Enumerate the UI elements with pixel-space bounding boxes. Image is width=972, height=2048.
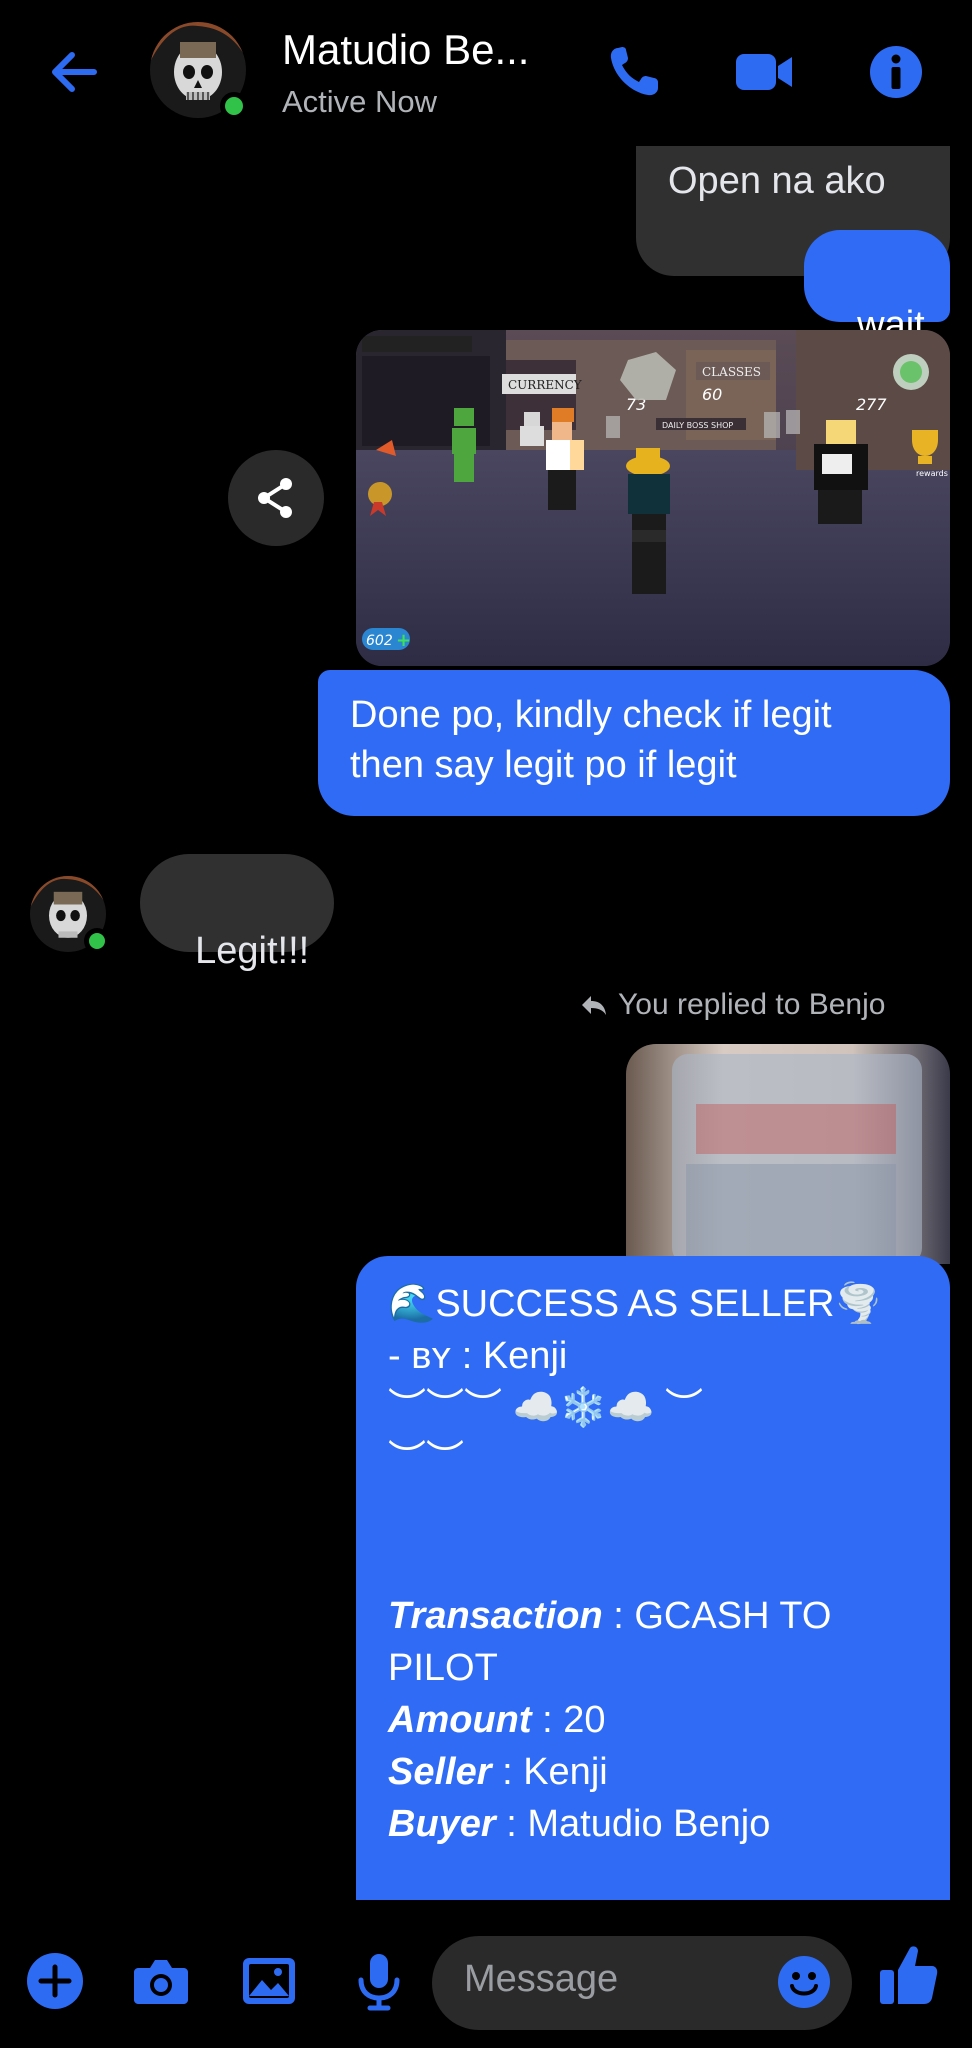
transaction-line: Transaction : GCASH TO [388, 1590, 918, 1642]
camera-icon[interactable] [130, 1950, 192, 2012]
gallery-icon[interactable] [238, 1950, 300, 2012]
coins-counter: 602 [366, 633, 393, 649]
buyer-label: Buyer [388, 1803, 496, 1845]
online-indicator [220, 92, 248, 120]
message-text-line: then say legit po if legit [350, 744, 737, 786]
emoji-icon[interactable] [776, 1954, 832, 2010]
info-icon[interactable] [864, 42, 928, 102]
message-text: Open na ako [668, 160, 886, 202]
wave-emoji: 🌊 [388, 1283, 436, 1325]
by-name: Kenji [482, 1335, 568, 1377]
reply-label-text: You replied to Benjo [618, 988, 886, 1021]
buyer-line: Buyer : Matudio Benjo [388, 1798, 918, 1850]
currency-label: CURRENCY [508, 378, 583, 392]
seller-value: : Kenji [491, 1751, 608, 1793]
online-indicator [84, 928, 110, 954]
counter-c: 277 [856, 395, 887, 414]
message-text-line: Done po, kindly check if legit [350, 694, 832, 736]
contact-name[interactable]: Matudio Be... [282, 26, 529, 74]
success-title: SUCCESS AS SELLER [435, 1283, 835, 1325]
share-icon [258, 478, 292, 518]
rewards-label: rewards [916, 469, 948, 478]
transaction-value: : GCASH TO [602, 1595, 832, 1637]
replied-photo-image[interactable] [626, 1044, 950, 1264]
shop-label: DAILY BOSS SHOP [662, 421, 733, 430]
buyer-value: : Matudio Benjo [495, 1803, 771, 1845]
svg-text:+: + [396, 630, 411, 651]
message-bubble-received[interactable]: Legit!!! [140, 854, 334, 972]
chat-header: Matudio Be... Active Now [0, 0, 972, 140]
message-input-placeholder: Message [464, 1958, 619, 2000]
amount-value: : 20 [531, 1699, 606, 1741]
message-bubble-sent[interactable]: wait [804, 230, 950, 346]
success-card-message[interactable]: 🌊SUCCESS AS SELLER🌪️ - ʙʏ : Kenji ︶︶︶ ☁️… [356, 1256, 950, 1906]
by-prefix: - ʙʏ : [388, 1335, 483, 1377]
message-bubble-sent[interactable]: Done po, kindly check if legit then say … [318, 670, 950, 816]
back-arrow-icon[interactable] [44, 42, 104, 102]
transaction-value-cont: PILOT [388, 1647, 498, 1689]
message-text: Legit!!! [195, 930, 310, 972]
phone-call-icon[interactable] [604, 42, 668, 102]
share-button[interactable] [228, 450, 324, 546]
amount-label: Amount [388, 1699, 532, 1741]
counter-b: 60 [702, 385, 722, 404]
thumbs-up-icon[interactable] [878, 1942, 940, 2008]
contact-status: Active Now [282, 84, 438, 119]
by-line: - ʙʏ : Kenji [388, 1330, 918, 1382]
plus-icon[interactable] [24, 1950, 86, 2012]
success-title-line: 🌊SUCCESS AS SELLER🌪️ [388, 1278, 918, 1330]
reply-arrow-icon [582, 996, 606, 1015]
reply-indicator: You replied to Benjo [580, 988, 885, 1022]
decoration-line: ︶︶︶ ☁️❄️☁️ ︶ [388, 1387, 704, 1429]
game-screenshot-image[interactable]: CURRENCY CLASSES 73 60 277 DAILY BOSS SH… [356, 330, 950, 666]
decoration-line: ︶︶ [388, 1439, 465, 1481]
video-call-icon[interactable] [732, 42, 796, 102]
tornado-emoji: 🌪️ [834, 1283, 882, 1325]
amount-line: Amount : 20 [388, 1694, 918, 1746]
seller-line: Seller : Kenji [388, 1746, 918, 1798]
seller-label: Seller [388, 1751, 492, 1793]
classes-label: CLASSES [702, 365, 761, 379]
microphone-icon[interactable] [348, 1950, 410, 2012]
transaction-label: Transaction [388, 1595, 603, 1637]
